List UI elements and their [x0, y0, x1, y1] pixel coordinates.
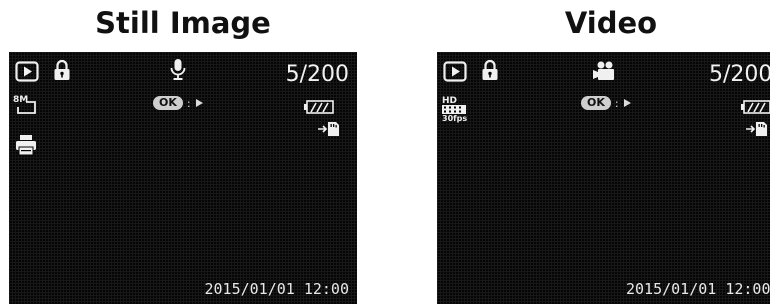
ok-separator: :	[186, 96, 191, 110]
date-time-stamp: 2015/01/01 12:00	[626, 280, 770, 298]
still-image-heading: Still Image	[95, 6, 271, 40]
playback-icon	[443, 61, 467, 82]
play-arrow-icon	[195, 98, 204, 108]
video-resolution-icon: HD 30fps	[442, 96, 468, 124]
battery-full-icon	[304, 100, 334, 114]
video-heading: Video	[564, 6, 658, 40]
print-icon	[15, 134, 37, 156]
movie-camera-icon	[592, 60, 618, 82]
battery-full-icon	[741, 100, 770, 114]
file-counter: 5/200	[285, 62, 349, 87]
still-image-playback-screen: 5/200 8M OK : 2015/01/01 12:00	[9, 52, 357, 304]
card-storage-icon	[318, 120, 340, 138]
play-arrow-icon	[623, 98, 632, 108]
lock-icon	[53, 59, 71, 82]
video-playback-screen: 5/200 HD 30fps OK : 2015/01/01 12:00	[437, 52, 770, 304]
microphone-icon	[169, 58, 187, 82]
ok-play-hint: OK :	[581, 96, 632, 110]
ok-separator: :	[614, 96, 619, 110]
ok-button-badge: OK	[581, 96, 611, 110]
lock-icon	[481, 59, 499, 82]
date-time-stamp: 2015/01/01 12:00	[204, 280, 350, 298]
playback-icon	[15, 61, 39, 82]
ok-play-hint: OK :	[153, 96, 204, 110]
card-storage-icon	[746, 120, 768, 138]
resolution-label: 8M	[13, 95, 29, 105]
ok-button-badge: OK	[153, 96, 183, 110]
file-counter: 5/200	[709, 62, 770, 87]
fps-label: 30fps	[442, 114, 468, 123]
image-resolution-icon: 8M	[13, 95, 39, 116]
